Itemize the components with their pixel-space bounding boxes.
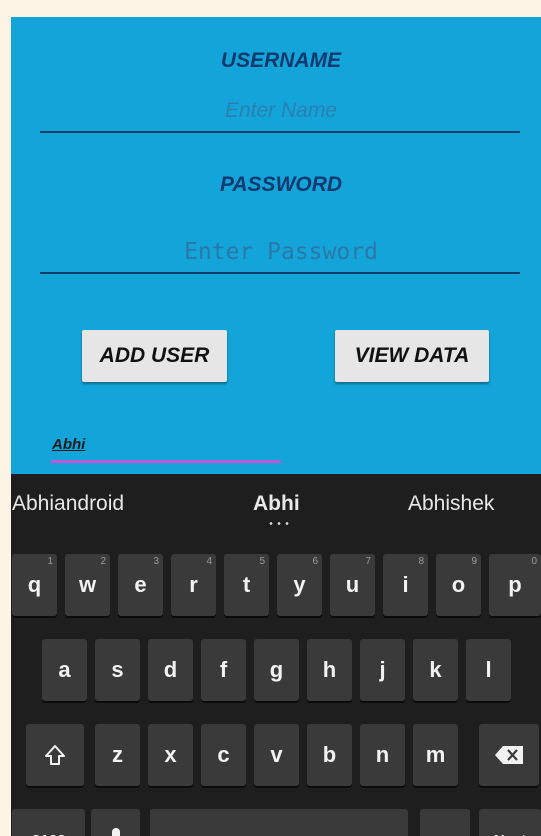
period-key[interactable]: . bbox=[420, 809, 470, 836]
key-v[interactable]: v bbox=[254, 724, 299, 786]
suggestion-abhishek[interactable]: Abhishek bbox=[408, 492, 494, 516]
key-n[interactable]: n bbox=[360, 724, 405, 786]
key-f[interactable]: f bbox=[201, 639, 246, 701]
key-y[interactable]: 6y bbox=[277, 554, 322, 616]
key-l[interactable]: l bbox=[466, 639, 511, 701]
symbols-key[interactable]: ?123 bbox=[12, 809, 85, 836]
voice-input-key[interactable] bbox=[91, 809, 140, 836]
key-q[interactable]: 1q bbox=[12, 554, 57, 616]
more-suggestions-icon[interactable] bbox=[267, 522, 293, 525]
key-z[interactable]: z bbox=[95, 724, 140, 786]
key-t[interactable]: 5t bbox=[224, 554, 269, 616]
suggestion-abhi[interactable]: Abhi bbox=[253, 492, 300, 516]
space-bar[interactable] bbox=[150, 809, 408, 836]
login-form: USERNAME Enter Name PASSWORD Enter Passw… bbox=[11, 17, 541, 474]
backspace-icon bbox=[495, 746, 523, 764]
username-label: USERNAME bbox=[220, 49, 342, 72]
key-u[interactable]: 7u bbox=[330, 554, 375, 616]
key-j[interactable]: j bbox=[360, 639, 405, 701]
key-o[interactable]: 9o bbox=[436, 554, 481, 616]
view-data-button[interactable]: VIEW DATA bbox=[335, 330, 489, 382]
key-p[interactable]: 0p bbox=[489, 554, 541, 616]
add-user-button[interactable]: ADD USER bbox=[82, 330, 227, 382]
backspace-key[interactable] bbox=[479, 724, 539, 786]
soft-keyboard: Abhiandroid Abhi Abhishek 1q 2w 3e 4r 5t… bbox=[11, 474, 541, 836]
key-h[interactable]: h bbox=[307, 639, 352, 701]
key-c[interactable]: c bbox=[201, 724, 246, 786]
password-underline bbox=[40, 272, 520, 274]
key-s[interactable]: s bbox=[95, 639, 140, 701]
key-i[interactable]: 8i bbox=[383, 554, 428, 616]
username-underline bbox=[40, 131, 520, 133]
shift-icon bbox=[45, 745, 65, 765]
focused-field-underline bbox=[51, 460, 281, 463]
password-label: PASSWORD bbox=[219, 173, 343, 196]
key-d[interactable]: d bbox=[148, 639, 193, 701]
shift-key[interactable] bbox=[26, 724, 84, 786]
typed-text-field[interactable]: Abhi bbox=[52, 436, 85, 453]
key-m[interactable]: m bbox=[413, 724, 458, 786]
microphone-icon bbox=[111, 828, 120, 836]
key-e[interactable]: 3e bbox=[118, 554, 163, 616]
key-a[interactable]: a bbox=[42, 639, 87, 701]
key-x[interactable]: x bbox=[148, 724, 193, 786]
key-r[interactable]: 4r bbox=[171, 554, 216, 616]
app-screen: USERNAME Enter Name PASSWORD Enter Passw… bbox=[11, 17, 541, 836]
password-input[interactable]: Enter Password bbox=[11, 239, 541, 265]
suggestion-abhiandroid[interactable]: Abhiandroid bbox=[12, 492, 124, 516]
key-b[interactable]: b bbox=[307, 724, 352, 786]
username-input[interactable]: Enter Name bbox=[11, 99, 541, 123]
key-k[interactable]: k bbox=[413, 639, 458, 701]
key-w[interactable]: 2w bbox=[65, 554, 110, 616]
next-key[interactable]: Next bbox=[479, 809, 541, 836]
key-g[interactable]: g bbox=[254, 639, 299, 701]
